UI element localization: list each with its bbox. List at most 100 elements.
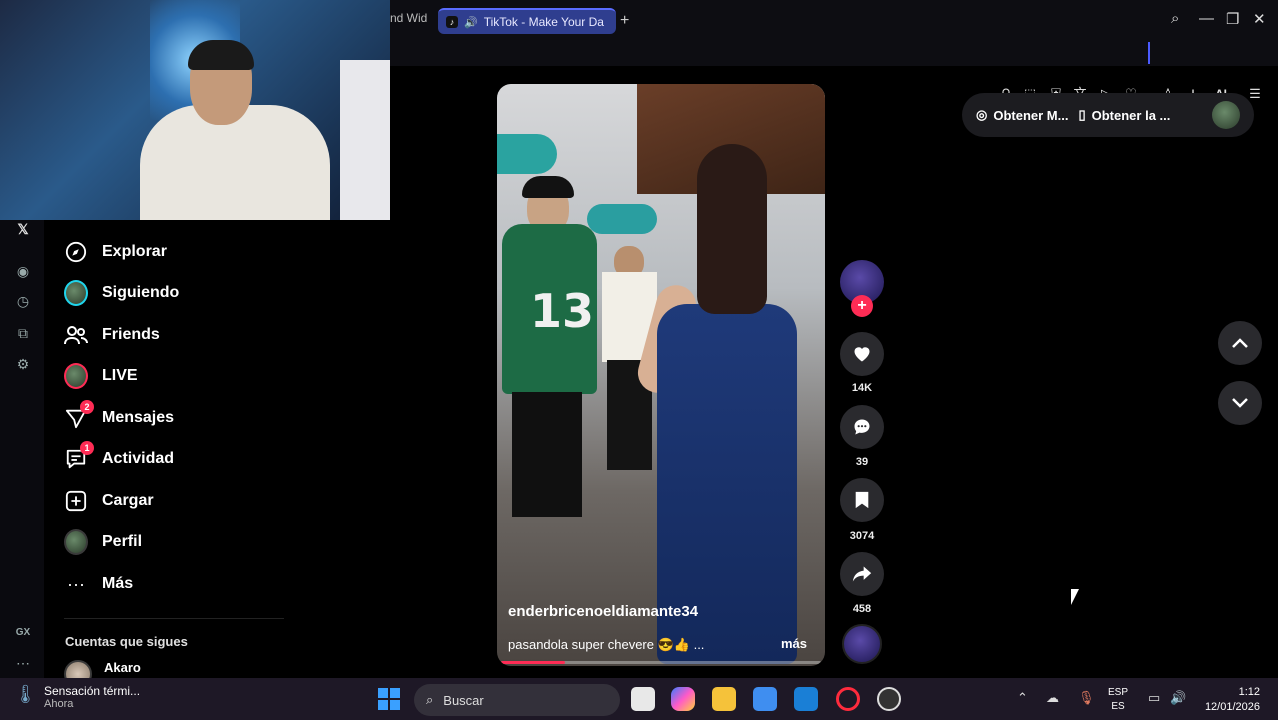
nav-siguiendo[interactable]: Siguiendo (64, 280, 179, 306)
tab-tiktok[interactable]: ♪ 🔊 TikTok - Make Your Da (438, 8, 616, 34)
paper-plane-icon: 2 (64, 400, 94, 430)
avatar (64, 280, 88, 306)
weather-title: Sensación térmi... (44, 684, 141, 698)
thermometer-icon: 🌡 (14, 684, 37, 704)
restore-icon[interactable]: ❐ (1226, 10, 1239, 28)
clock[interactable]: 1:12 12/01/2026 (1198, 685, 1260, 715)
settings-icon[interactable]: ⚙ (14, 355, 32, 373)
nav-label: Perfil (102, 533, 143, 550)
video-author[interactable]: enderbricenoeldiamante34 (508, 603, 698, 620)
new-tab-plus-icon[interactable]: + (620, 12, 629, 30)
nav-mensajes[interactable]: 2 Mensajes (64, 400, 174, 430)
nav-actividad[interactable]: 1 Actividad (64, 441, 174, 471)
clock-date: 12/01/2026 (1204, 701, 1260, 713)
message-box-icon: 1 (64, 441, 94, 471)
avatar (64, 529, 88, 555)
chevron-up-icon (1232, 338, 1248, 348)
person-cap (188, 40, 254, 70)
search-label: Buscar (443, 692, 484, 708)
speaker-icon[interactable]: 🔊 (464, 16, 478, 29)
store-icon[interactable] (753, 687, 777, 711)
tab-widget[interactable]: nd Wid (390, 11, 427, 25)
microphone-icon[interactable]: 🎙 (1078, 690, 1095, 706)
volume-icon[interactable]: 🔊 (1170, 690, 1186, 706)
more-icon: ··· (67, 573, 85, 594)
comment-button[interactable] (840, 405, 884, 449)
nav-divider (64, 618, 284, 619)
activity-badge: 1 (80, 441, 94, 455)
save-count: 3074 (849, 530, 875, 542)
minimize-icon[interactable]: — (1199, 10, 1214, 27)
video-progress-bar[interactable] (501, 661, 821, 664)
windows-start-icon[interactable] (378, 688, 400, 710)
save-button[interactable] (840, 478, 884, 522)
comment-icon (854, 419, 870, 435)
chevron-up-icon[interactable]: ⌃ (1017, 690, 1028, 706)
avatar-live (64, 363, 88, 389)
search-tabs-icon[interactable]: ⌕ (1171, 10, 1179, 27)
mouse-cursor (1071, 589, 1079, 605)
like-button[interactable] (840, 332, 884, 376)
nav-live[interactable]: LIVE (64, 363, 138, 389)
toolbar-separator (1148, 42, 1150, 64)
network-icon[interactable]: ▭ (1148, 690, 1160, 706)
caption-more-link[interactable]: más (781, 636, 807, 651)
gx-icon[interactable]: GX (14, 624, 32, 642)
language-indicator[interactable]: ESP ES (1108, 686, 1128, 714)
video-caption: pasandola super chevere 😎👍 ... (508, 637, 705, 652)
video-player[interactable]: 13 enderbricenoeldiamante34 pasandola su… (497, 84, 825, 666)
chrome-icon[interactable] (877, 687, 901, 711)
x-icon[interactable]: 𝕏 (14, 220, 32, 238)
phone-icon: ▯ (1078, 107, 1086, 122)
nav-cargar[interactable]: Cargar (64, 489, 154, 513)
next-video-button[interactable] (1218, 381, 1262, 425)
copilot-icon[interactable] (671, 687, 695, 711)
follow-plus-icon[interactable]: + (851, 295, 873, 317)
windows-taskbar: 🌡 Sensación térmi... Ahora ⌕ Buscar ⌃ ☁ … (0, 678, 1278, 720)
task-view-icon[interactable] (631, 687, 655, 711)
music-disc[interactable] (842, 624, 882, 664)
plus-box-icon (64, 489, 88, 513)
webcam-overlay (0, 0, 390, 220)
weather-widget[interactable]: 🌡 Sensación térmi... Ahora (14, 684, 140, 710)
like-count: 14K (851, 382, 873, 394)
nav-mas[interactable]: ··· Más (64, 572, 133, 596)
previous-video-button[interactable] (1218, 321, 1262, 365)
nav-label: Más (102, 575, 134, 592)
following-title: Cuentas que sigues (65, 634, 188, 649)
close-icon[interactable]: ✕ (1253, 10, 1266, 28)
opera-gx-icon[interactable] (836, 687, 860, 711)
get-app-label-2: Obtener la ... (1091, 107, 1171, 123)
heart-icon (854, 347, 870, 362)
menu-icon[interactable]: ☰ (1247, 86, 1263, 102)
share-button[interactable] (840, 552, 884, 596)
cam-wall (340, 60, 390, 220)
tiktok-nav: Explorar Siguiendo Friends LIVE 2 Mensaj… (44, 220, 344, 688)
clock-time: 1:12 (1238, 686, 1260, 698)
extensions-icon[interactable]: ⧉ (14, 324, 32, 342)
profile-avatar[interactable] (1212, 101, 1240, 129)
friends-icon (64, 323, 88, 347)
get-app-button-1[interactable]: ◎ Obtener M... (976, 107, 1068, 123)
nav-explorar[interactable]: Explorar (64, 240, 167, 264)
language-bottom: ES (1111, 701, 1125, 712)
cloud-icon[interactable]: ☁ (1046, 690, 1059, 706)
nav-friends[interactable]: Friends (64, 323, 160, 347)
nav-label: Friends (102, 326, 160, 343)
more-dots-icon[interactable]: ⋯ (14, 654, 32, 672)
compass-icon (64, 240, 88, 264)
player-icon[interactable]: ◉ (14, 262, 32, 280)
get-app-button-2[interactable]: ▯ Obtener la ... (1078, 107, 1170, 123)
tiktok-icon: ♪ (446, 16, 458, 28)
share-icon (852, 566, 872, 582)
history-icon[interactable]: ◷ (14, 292, 32, 310)
outlook-icon[interactable] (794, 687, 818, 711)
person-body (140, 105, 330, 220)
video-scene-decor (497, 134, 557, 174)
video-actions: + 14K 39 3074 458 (838, 260, 886, 670)
get-app-label-1: Obtener M... (993, 107, 1069, 123)
nav-perfil[interactable]: Perfil (64, 529, 143, 555)
browser-toolbar: ⚲ ⬚ ⛨ 文 ▷ ♡ ♙ ⭳ AI ☰ (390, 42, 1278, 101)
file-explorer-icon[interactable] (712, 687, 736, 711)
taskbar-search[interactable]: ⌕ Buscar (414, 684, 620, 716)
